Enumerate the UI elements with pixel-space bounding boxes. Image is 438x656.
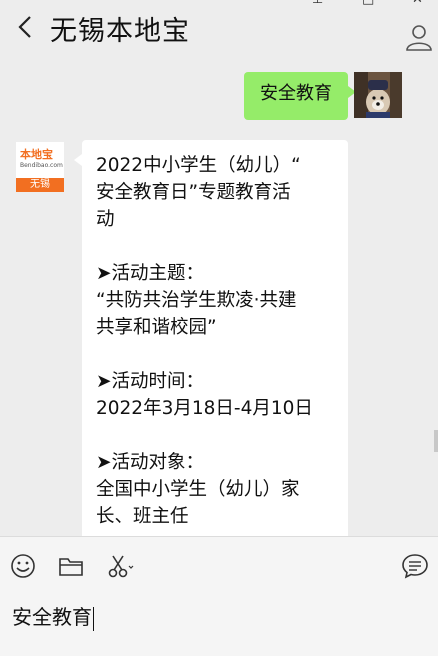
message-list[interactable]: 安全教育 本地宝 Bendibao.com 无锡 2022中小学生（幼儿）“ 安… bbox=[0, 72, 438, 536]
chat-history-icon[interactable] bbox=[400, 551, 430, 581]
logo-brand-text: 本地宝 bbox=[20, 148, 53, 161]
pin-icon[interactable]: ⊥ bbox=[312, 0, 326, 6]
window-controls: ⊥ □ ✕ bbox=[312, 0, 426, 6]
message-input[interactable]: 安全教育 bbox=[12, 601, 94, 631]
received-message-bubble[interactable]: 2022中小学生（幼儿）“ 安全教育日”专题教育活动 ➤活动主题： “共防共治学生欺凌… bbox=[74, 140, 348, 536]
text-caret bbox=[93, 606, 94, 631]
logo-sub-text: Bendibao.com bbox=[20, 162, 63, 169]
close-icon[interactable]: ✕ bbox=[412, 0, 426, 6]
sent-message-bubble[interactable]: 安全教育 bbox=[244, 72, 356, 120]
input-area: 安全教育 bbox=[0, 537, 438, 656]
message-line: 动 bbox=[96, 209, 115, 230]
sent-message-text: 安全教育 bbox=[260, 83, 332, 104]
message-line: 共享和谐校园” bbox=[96, 317, 217, 338]
my-avatar[interactable] bbox=[354, 72, 402, 118]
sender-avatar[interactable]: 本地宝 Bendibao.com 无锡 bbox=[16, 142, 64, 192]
bendibao-logo: 本地宝 Bendibao.com bbox=[16, 142, 64, 178]
chat-header: ⊥ □ ✕ 无锡本地宝 bbox=[0, 0, 438, 72]
folder-icon[interactable] bbox=[56, 551, 86, 581]
message-line: ➤活动时间： bbox=[96, 371, 205, 392]
user-icon[interactable] bbox=[404, 22, 434, 52]
back-icon[interactable] bbox=[16, 14, 36, 40]
scissors-icon[interactable] bbox=[104, 551, 134, 581]
scrollbar-thumb[interactable] bbox=[434, 430, 438, 452]
chat-window: ⊥ □ ✕ 无锡本地宝 安全教育 bbox=[0, 0, 438, 656]
message-line: ➤活动对象： bbox=[96, 452, 205, 473]
logo-city-text: 无锡 bbox=[16, 178, 64, 192]
message-line: 2022中小学生（幼儿）“ bbox=[96, 155, 301, 176]
message-line: 安全教育日”专题教育活 bbox=[96, 182, 291, 203]
dog-avatar-image bbox=[354, 72, 402, 118]
emoji-icon[interactable] bbox=[8, 551, 38, 581]
message-line: 长、班主任 bbox=[96, 506, 189, 527]
message-line: 2022年3月18日-4月10日 bbox=[96, 398, 313, 419]
message-line: ➤活动主题： bbox=[96, 263, 205, 284]
message-input-value: 安全教育 bbox=[12, 605, 92, 629]
message-line: 全国中小学生（幼儿）家 bbox=[96, 479, 300, 500]
message-line: “共防共治学生欺凌·共建 bbox=[96, 290, 297, 311]
page-title: 无锡本地宝 bbox=[50, 16, 190, 47]
maximize-icon[interactable]: □ bbox=[362, 0, 376, 6]
